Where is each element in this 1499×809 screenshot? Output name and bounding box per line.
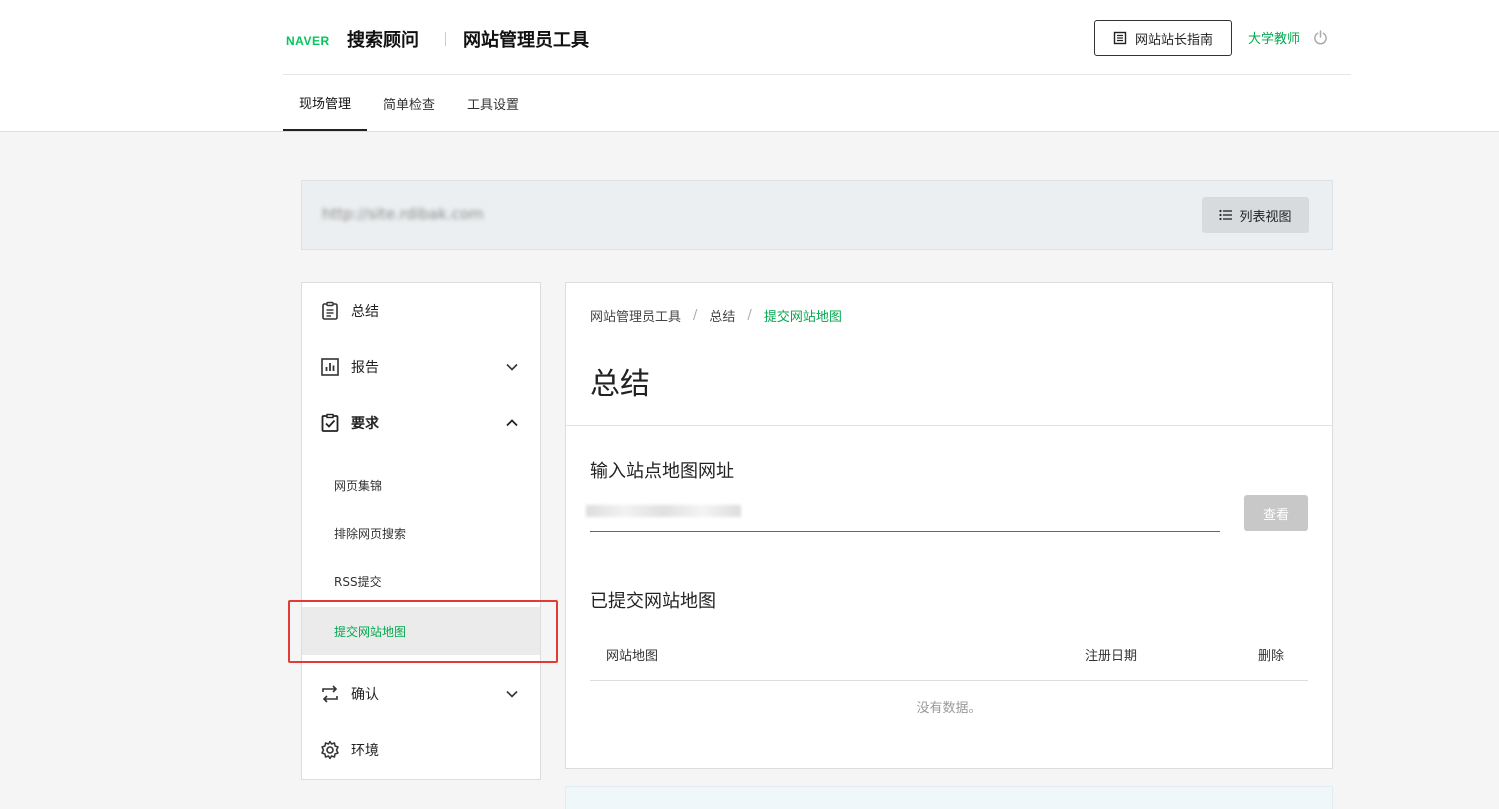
sidebar-item-requirements[interactable]: 要求 [302,395,540,451]
empty-state-text: 没有数据。 [916,701,982,716]
breadcrumb-item[interactable]: 总结 [709,306,735,325]
sidebar-item-environment[interactable]: 环境 [302,722,540,778]
breadcrumb-current: 提交网站地图 [763,310,842,325]
chevron-up-icon[interactable] [504,415,520,431]
tab-tool-settings[interactable]: 工具设置 [451,75,535,131]
guide-button-label: 网站站长指南 [1134,32,1213,48]
tab-simple-check[interactable]: 简单检查 [367,75,451,131]
column-header-delete: 删除 [1258,649,1285,664]
user-name[interactable]: 大学教师 [1248,28,1300,47]
chevron-down-icon[interactable] [504,686,520,702]
sidebar-item-label: 报告 [351,360,379,376]
column-header-date: 注册日期 [1085,649,1138,664]
sidebar-subitem-exclude-search[interactable]: 排除网页搜索 [302,509,540,557]
search-advisor-logo[interactable]: 搜索顾问 [347,26,419,52]
header-top: NAVER 搜索顾问 网站管理员工具 网站站长指南 大学教师 [283,0,1351,75]
sitemap-url-heading: 输入站点地图网址 [590,461,734,482]
list-view-label: 列表视图 [1239,209,1292,225]
divider [566,425,1332,426]
sidebar: 总结 报告 要求 网页集锦 排除网页搜索 RSS提交 提交网站地图 确认 环境 [301,282,541,780]
sidebar-item-report[interactable]: 报告 [302,339,540,395]
site-bar: http://site.rdibak.com 列表视图 [301,180,1333,250]
swap-icon [319,683,341,705]
highlight-annotation [288,600,558,663]
gear-icon [319,739,341,761]
sidebar-item-label: 要求 [351,416,379,432]
list-view-button[interactable]: 列表视图 [1202,197,1309,233]
main-content: 网站管理员工具 / 总结 / 提交网站地图 总结 输入站点地图网址 查看 已提交… [565,282,1333,769]
page-title: 总结 [590,367,650,402]
sidebar-item-label: 确认 [351,687,379,703]
logo-divider [445,32,446,46]
chart-icon [319,356,341,378]
submitted-sitemaps-heading: 已提交网站地图 [590,591,716,612]
book-icon [1113,31,1127,45]
header: NAVER 搜索顾问 网站管理员工具 网站站长指南 大学教师 现场管理 简单检查… [0,0,1499,132]
tab-site-management[interactable]: 现场管理 [283,75,368,131]
webmaster-tools-title[interactable]: 网站管理员工具 [463,26,589,52]
power-icon[interactable] [1313,30,1328,45]
clipboard-icon [319,300,341,322]
blurred-url-prefix [586,505,741,517]
breadcrumb: 网站管理员工具 / 总结 / 提交网站地图 [590,306,842,325]
column-header-sitemap: 网站地图 [606,649,659,664]
list-icon [1219,209,1233,221]
site-url: http://site.rdibak.com [322,205,484,223]
breadcrumb-separator: / [693,308,698,323]
sidebar-subitem-rss-submit[interactable]: RSS提交 [302,557,540,605]
sidebar-item-label: 总结 [351,304,379,320]
checklist-icon [319,412,341,434]
sidebar-item-summary[interactable]: 总结 [302,283,540,339]
bottom-panel [565,786,1333,809]
sidebar-subitem-web-collection[interactable]: 网页集锦 [302,461,540,509]
naver-logo[interactable]: NAVER [286,34,330,48]
sidebar-item-verify[interactable]: 确认 [302,666,540,722]
sidebar-item-label: 环境 [351,743,379,759]
chevron-down-icon[interactable] [504,359,520,375]
main-nav: 现场管理 简单检查 工具设置 [283,75,535,131]
breadcrumb-separator: / [747,308,752,323]
table-header: 网站地图 注册日期 删除 [590,629,1308,681]
breadcrumb-item[interactable]: 网站管理员工具 [590,306,681,325]
webmaster-guide-button[interactable]: 网站站长指南 [1094,20,1232,56]
query-button[interactable]: 查看 [1244,495,1308,531]
